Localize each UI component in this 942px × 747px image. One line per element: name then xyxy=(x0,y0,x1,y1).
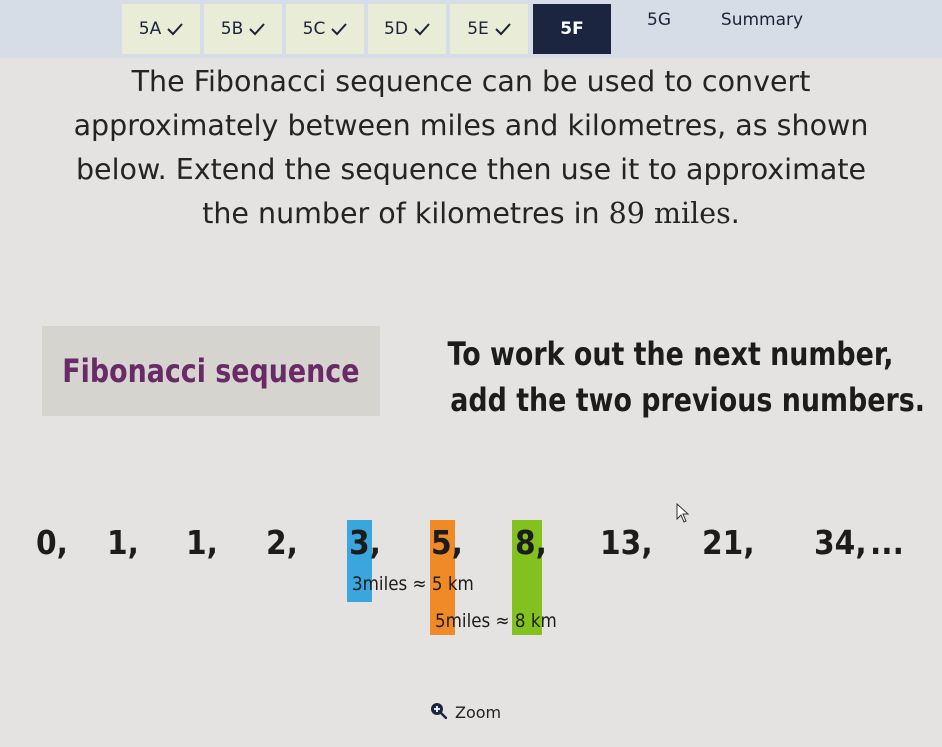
note-value: 8 xyxy=(514,610,526,632)
note-value: 5 xyxy=(435,610,446,632)
mouse-pointer-icon xyxy=(676,502,690,527)
question-line: the number of kilometres in 89 miles. xyxy=(20,192,922,236)
question-line: The Fibonacci sequence can be used to co… xyxy=(131,65,811,98)
rule-text: To work out the next number, add the two… xyxy=(405,331,924,423)
sequence-term: 5, xyxy=(431,523,463,562)
tab-5f[interactable]: 5F xyxy=(533,4,611,54)
sequence-term: 34, xyxy=(814,523,867,562)
check-icon xyxy=(167,22,183,36)
tab-summary[interactable]: Summary xyxy=(706,0,818,40)
tab-5e[interactable]: 5E xyxy=(450,4,528,54)
tab-label: 5A xyxy=(138,19,162,39)
sequence-term: 21, xyxy=(702,523,755,562)
zoom-in-icon xyxy=(430,702,448,723)
fibonacci-title: Fibonacci sequence xyxy=(62,352,360,390)
question-text-part: . xyxy=(730,197,740,230)
zoom-button[interactable]: Zoom xyxy=(430,702,501,723)
sequence-term: 3, xyxy=(349,523,381,562)
tab-5g[interactable]: 5G xyxy=(620,0,698,40)
question-line: approximately between miles and kilometr… xyxy=(73,109,869,142)
note-text: km xyxy=(525,610,557,632)
tab-label: 5E xyxy=(467,19,489,39)
tab-label: 5C xyxy=(302,19,326,39)
conversion-note-3-miles: 3miles ≈ 5 km xyxy=(352,573,474,595)
tab-bar: 5A 5B 5C 5D 5E 5F 5G Summary xyxy=(0,0,942,58)
tab-5d[interactable]: 5D xyxy=(368,4,446,54)
tab-5a[interactable]: 5A xyxy=(122,4,200,54)
sequence-ellipsis: ... xyxy=(870,523,904,562)
tab-5c[interactable]: 5C xyxy=(286,4,364,54)
conversion-note-5-miles: 5miles ≈ 8 km xyxy=(435,610,557,632)
tab-label: 5F xyxy=(560,19,584,39)
check-icon xyxy=(249,22,265,36)
note-text: km xyxy=(442,573,474,595)
check-icon xyxy=(331,22,348,36)
sequence-term: 8, xyxy=(515,523,547,562)
check-icon xyxy=(414,22,430,36)
sequence-term: 0, xyxy=(36,523,68,562)
check-icon xyxy=(495,22,511,36)
note-text: miles ≈ xyxy=(362,573,432,595)
tab-label: Summary xyxy=(720,10,804,30)
zoom-label: Zoom xyxy=(455,703,502,722)
question-text-part: the number of kilometres in xyxy=(202,197,609,230)
sequence-term: 1, xyxy=(186,523,218,562)
tab-label: 5G xyxy=(647,10,671,30)
fibonacci-label-box: Fibonacci sequence xyxy=(42,326,380,416)
note-value: 5 xyxy=(431,573,443,595)
tab-5b[interactable]: 5B xyxy=(204,4,282,54)
question-line: below. Extend the sequence then use it t… xyxy=(75,153,867,186)
rule-line-2: add the two previous numbers. xyxy=(450,381,925,419)
question-text: The Fibonacci sequence can be used to co… xyxy=(20,60,922,236)
sequence-term: 2, xyxy=(266,523,298,562)
sequence-term: 1, xyxy=(107,523,139,562)
tab-label: 5B xyxy=(220,19,244,39)
rule-line-1: To work out the next number, xyxy=(447,335,894,373)
note-text: miles ≈ xyxy=(445,610,515,632)
sequence-term: 13, xyxy=(600,523,653,562)
note-value: 3 xyxy=(352,573,363,595)
miles-value: 89 miles xyxy=(608,197,731,230)
tab-label: 5D xyxy=(384,19,408,39)
